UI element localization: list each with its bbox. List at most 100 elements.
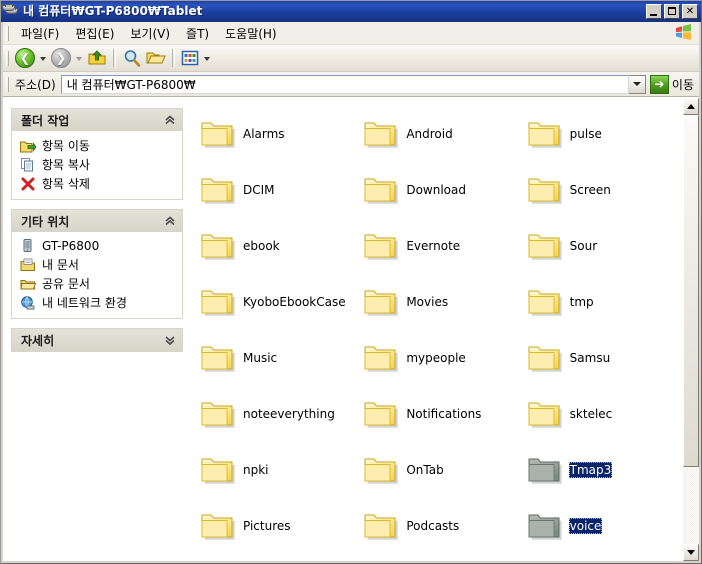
scroll-up-button[interactable]: [683, 98, 699, 115]
up-folder-icon: [88, 50, 106, 65]
folders-button[interactable]: 폴더: [144, 47, 168, 69]
forward-dropdown-icon[interactable]: [76, 57, 82, 61]
task-copy-item[interactable]: 항목 복사: [20, 155, 178, 174]
back-button[interactable]: ❮ 뒤로: [13, 47, 37, 69]
folder-item[interactable]: Screen: [519, 162, 682, 218]
panel-folder-tasks-header[interactable]: 폴더 작업: [12, 109, 182, 131]
folder-item-label: noteeverything: [243, 407, 335, 421]
menu-help[interactable]: 도움말(H): [217, 23, 285, 44]
folder-item[interactable]: Podcasts: [355, 498, 518, 554]
folder-item[interactable]: ebook: [192, 218, 355, 274]
menu-favorites[interactable]: 즐T): [178, 23, 217, 44]
folder-icon: [200, 287, 236, 317]
forward-button[interactable]: ❯ 앞으로: [49, 47, 73, 69]
folder-item-label: Tmap3: [568, 462, 613, 478]
folder-icon: [363, 399, 399, 429]
address-value: 내 컴퓨터₩GT-P6800₩: [66, 77, 196, 92]
place-shared-documents[interactable]: 공유 문서: [20, 274, 178, 293]
folder-item[interactable]: Evernote: [355, 218, 518, 274]
address-dropdown-button[interactable]: [628, 74, 646, 94]
file-row: ebook Evernote Sour: [192, 218, 682, 274]
folder-icon: [363, 511, 399, 541]
folder-item-label: Pictures: [243, 519, 291, 533]
scrollbar-track[interactable]: [683, 115, 699, 544]
folder-item[interactable]: Samsu: [519, 330, 682, 386]
folder-icon: [363, 343, 399, 373]
folder-item-label: tmp: [569, 295, 594, 309]
place-my-documents-label: 내 문서: [42, 258, 79, 272]
menu-grip[interactable]: [6, 25, 9, 41]
folder-item-label: Sour: [569, 239, 598, 253]
panel-other-places: 기타 위치 GT-P6800 내 문서 공유 문서 내 네트워크 환경: [11, 209, 183, 319]
scrollbar-thumb[interactable]: [683, 115, 699, 467]
address-input[interactable]: 내 컴퓨터₩GT-P6800₩: [2, 4, 629, 94]
folder-icon: [363, 231, 399, 261]
menu-view[interactable]: 보기(V): [122, 23, 178, 44]
place-my-network-label: 내 네트워크 환경: [42, 296, 127, 310]
folder-item[interactable]: Pictures: [192, 498, 355, 554]
folder-item[interactable]: mypeople: [355, 330, 518, 386]
chevron-down-icon[interactable]: [164, 334, 176, 346]
task-move-item[interactable]: 항목 이동: [20, 136, 178, 155]
search-button[interactable]: 검색: [120, 47, 144, 69]
windows-flag-logo: [674, 24, 693, 41]
place-my-network[interactable]: 내 네트워크 환경: [20, 293, 178, 312]
task-delete-item[interactable]: 항목 삭제: [20, 174, 178, 193]
folder-item[interactable]: tmp: [519, 274, 682, 330]
title-bar[interactable]: 내 컴퓨터₩GT-P6800₩Tablet ✕: [1, 1, 701, 22]
file-row: Pictures Podcasts voice: [192, 498, 682, 554]
panel-folder-tasks-body: 항목 이동 항목 복사 항목 삭제: [12, 131, 182, 199]
folder-item[interactable]: Tmap3: [519, 442, 682, 498]
file-row: noteeverything Notifications sktelec: [192, 386, 682, 442]
menu-edit[interactable]: 편집(E): [67, 23, 122, 44]
file-list-pane[interactable]: Alarms Android pulse DCIM Download Screen eboo…: [191, 98, 699, 561]
folder-item[interactable]: Alarms: [192, 106, 355, 162]
folder-item-label: sktelec: [569, 407, 613, 421]
folder-icon: [527, 119, 563, 149]
folder-item[interactable]: Sour: [519, 218, 682, 274]
scroll-down-button[interactable]: [683, 544, 699, 561]
toolbar-grip[interactable]: [6, 50, 9, 66]
views-button[interactable]: 보기: [179, 47, 201, 69]
folder-item[interactable]: Android: [355, 106, 518, 162]
chevron-up-icon[interactable]: [164, 114, 176, 126]
folder-icon: [527, 511, 563, 541]
back-dropdown-icon[interactable]: [40, 57, 46, 61]
folder-item[interactable]: OnTab: [355, 442, 518, 498]
panel-folder-tasks-title: 폴더 작업: [21, 113, 70, 128]
folder-icon: [527, 343, 563, 373]
folder-item[interactable]: noteeverything: [192, 386, 355, 442]
place-my-documents[interactable]: 내 문서: [20, 255, 178, 274]
menu-bar: 파일(F) 편집(E) 보기(V) 즐T) 도움말(H): [3, 22, 699, 45]
folder-item[interactable]: Music: [192, 330, 355, 386]
minimize-button[interactable]: [646, 4, 662, 19]
folder-item[interactable]: Movies: [355, 274, 518, 330]
folder-item[interactable]: voice: [519, 498, 682, 554]
folder-item-label: Music: [243, 351, 278, 365]
toolbar: ❮ 뒤로 ❯ 앞으로 위로 검색: [3, 45, 699, 72]
workspace: 폴더 작업 항목 이동 항목 복사 항목 삭제 기타 위치 GT-P6800 내…: [3, 97, 699, 561]
maximize-button[interactable]: [664, 4, 680, 19]
folder-item[interactable]: Notifications: [355, 386, 518, 442]
folder-item[interactable]: DCIM: [192, 162, 355, 218]
chevron-up-icon[interactable]: [164, 215, 176, 227]
up-button[interactable]: 위로: [85, 47, 109, 69]
close-button[interactable]: ✕: [682, 4, 698, 19]
panel-details-header[interactable]: 자세히: [12, 329, 182, 351]
go-button[interactable]: ➜ 이동: [649, 74, 699, 94]
folder-item[interactable]: sktelec: [519, 386, 682, 442]
views-dropdown-icon[interactable]: [204, 57, 210, 61]
address-grip[interactable]: [6, 76, 9, 92]
folder-item-label: Movies: [406, 295, 449, 309]
task-move-item-label: 항목 이동: [42, 139, 90, 153]
folder-item[interactable]: pulse: [519, 106, 682, 162]
vertical-scrollbar[interactable]: [682, 98, 699, 561]
menu-file[interactable]: 파일(F): [13, 23, 67, 44]
folder-icon: [527, 175, 563, 205]
folder-item[interactable]: npki: [192, 442, 355, 498]
go-label: 이동: [671, 77, 694, 92]
folder-item[interactable]: Download: [355, 162, 518, 218]
place-gt-p6800[interactable]: GT-P6800: [20, 237, 178, 255]
panel-other-places-header[interactable]: 기타 위치: [12, 210, 182, 232]
folder-item[interactable]: KyoboEbookCase: [192, 274, 355, 330]
